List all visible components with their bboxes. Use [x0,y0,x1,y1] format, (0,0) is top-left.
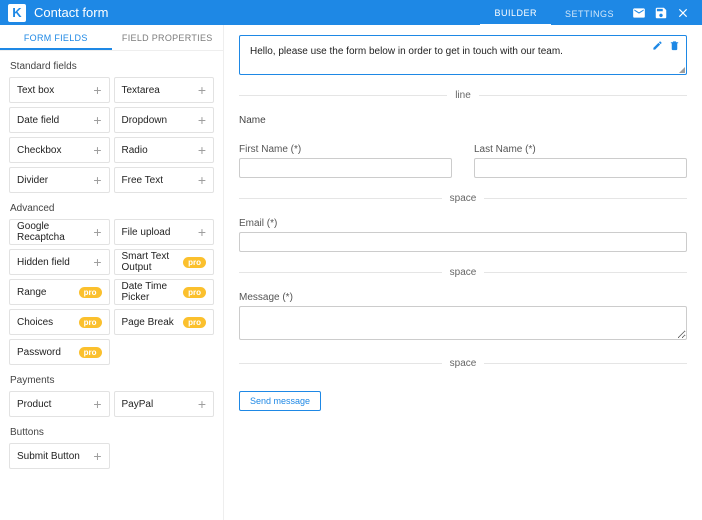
chip-product[interactable]: Product+ [9,391,110,417]
chip-datetime[interactable]: Date Time Pickerpro [114,279,215,305]
resize-handle[interactable] [679,67,685,73]
top-nav: BUILDER SETTINGS [480,0,694,26]
plus-icon: + [93,225,101,239]
label-last-name: Last Name (*) [474,144,687,155]
plus-icon: + [93,83,101,97]
chip-range[interactable]: Rangepro [9,279,110,305]
pro-badge: pro [79,287,102,298]
plus-icon: + [93,173,101,187]
chip-paypal[interactable]: PayPal+ [114,391,215,417]
chip-freetext[interactable]: Free Text+ [114,167,215,193]
chip-submit[interactable]: Submit Button+ [9,443,110,469]
sidebar: FORM FIELDS FIELD PROPERTIES Standard fi… [0,25,224,520]
plus-icon: + [93,143,101,157]
section-standard: Standard fields [10,61,214,72]
chip-checkbox[interactable]: Checkbox+ [9,137,110,163]
divider-space[interactable]: space [239,192,687,204]
sidetab-field-properties[interactable]: FIELD PROPERTIES [112,25,224,50]
form-canvas[interactable]: Hello, please use the form below in orde… [224,25,702,520]
chip-password[interactable]: Passwordpro [9,339,110,365]
plus-icon: + [198,83,206,97]
mail-icon[interactable] [628,6,650,20]
plus-icon: + [93,449,101,463]
selected-freetext-block[interactable]: Hello, please use the form below in orde… [239,35,687,75]
intro-text: Hello, please use the form below in orde… [250,46,563,57]
section-buttons: Buttons [10,427,214,438]
chip-textarea[interactable]: Textarea+ [114,77,215,103]
plus-icon: + [93,397,101,411]
plus-icon: + [198,173,206,187]
input-email[interactable] [239,232,687,252]
plus-icon: + [198,225,206,239]
chip-recaptcha[interactable]: Google Recaptcha+ [9,219,110,245]
chip-date[interactable]: Date field+ [9,107,110,133]
delete-icon[interactable] [669,40,680,51]
chip-textbox[interactable]: Text box+ [9,77,110,103]
plus-icon: + [198,113,206,127]
label-message: Message (*) [239,292,687,303]
top-bar: K Contact form BUILDER SETTINGS [0,0,702,25]
divider-space[interactable]: space [239,266,687,278]
chip-hidden[interactable]: Hidden field+ [9,249,110,275]
pro-badge: pro [79,317,102,328]
chip-pagebreak[interactable]: Page Breakpro [114,309,215,335]
plus-icon: + [198,143,206,157]
chip-choices[interactable]: Choicespro [9,309,110,335]
label-name: Name [239,115,687,126]
pro-badge: pro [183,257,206,268]
chip-radio[interactable]: Radio+ [114,137,215,163]
app-logo: K [8,4,26,22]
plus-icon: + [198,397,206,411]
tab-settings[interactable]: SETTINGS [551,1,628,25]
input-last-name[interactable] [474,158,687,178]
divider-space[interactable]: space [239,357,687,369]
plus-icon: + [93,255,101,269]
chip-fileupload[interactable]: File upload+ [114,219,215,245]
pro-badge: pro [183,317,206,328]
label-first-name: First Name (*) [239,144,452,155]
chip-dropdown[interactable]: Dropdown+ [114,107,215,133]
pro-badge: pro [79,347,102,358]
send-button[interactable]: Send message [239,391,321,411]
tab-builder[interactable]: BUILDER [480,0,551,26]
pro-badge: pro [183,287,206,298]
section-advanced: Advanced [10,203,214,214]
label-email: Email (*) [239,218,687,229]
close-icon[interactable] [672,6,694,20]
section-payments: Payments [10,375,214,386]
chip-smarttext[interactable]: Smart Text Outputpro [114,249,215,275]
divider-line[interactable]: line [239,89,687,101]
edit-icon[interactable] [652,40,663,51]
input-first-name[interactable] [239,158,452,178]
chip-divider[interactable]: Divider+ [9,167,110,193]
page-title: Contact form [34,5,480,20]
input-message[interactable] [239,306,687,340]
plus-icon: + [93,113,101,127]
save-icon[interactable] [650,6,672,20]
sidetab-form-fields[interactable]: FORM FIELDS [0,25,112,50]
